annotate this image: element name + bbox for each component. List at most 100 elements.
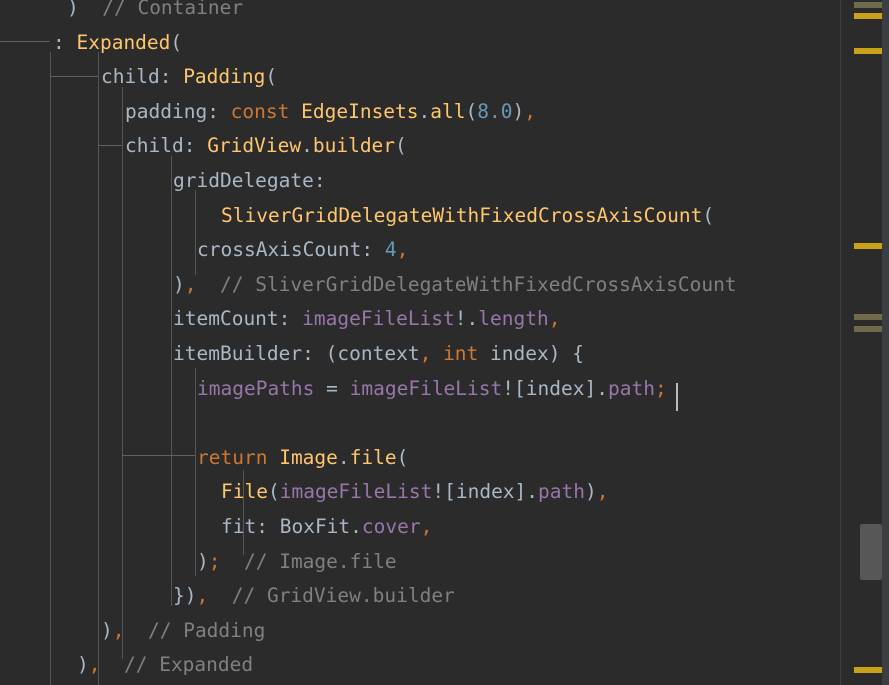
code-token-paren: ( <box>170 30 183 54</box>
code-token-default <box>208 584 231 607</box>
code-token-field: cover <box>361 515 421 538</box>
code-line[interactable]: return Image.file( <box>0 441 840 476</box>
code-token-paren: ( <box>265 65 278 89</box>
code-token-default: child <box>101 65 160 89</box>
code-line-content: itemCount: imageFileList!.length, <box>173 302 560 337</box>
code-token-comma: , <box>196 584 209 608</box>
code-line[interactable]: File(imageFileList![index].path), <box>0 475 840 510</box>
code-line-content: ) // Container <box>67 0 243 26</box>
code-token-field: path <box>607 376 655 400</box>
inspection-marker-warn[interactable] <box>854 48 882 54</box>
code-token-number: 4 <box>384 238 397 262</box>
code-line[interactable]: itemCount: imageFileList!.length, <box>0 302 840 337</box>
code-line-content: child: Padding( <box>101 60 277 95</box>
code-token-default: itemBuilder <box>173 342 303 365</box>
code-line[interactable]: child: GridView.builder( <box>0 129 840 164</box>
code-line[interactable]: ) // Container <box>0 0 840 26</box>
code-token-default: . <box>337 445 350 469</box>
code-line[interactable]: gridDelegate: <box>0 164 840 199</box>
code-line[interactable]: }), // GridView.builder <box>0 579 840 614</box>
code-token-paren: ) <box>101 618 113 642</box>
code-line[interactable]: ), // SliverGridDelegateWithFixedCrossAx… <box>0 268 840 303</box>
code-token-default <box>221 550 244 573</box>
code-token-comment: // Image.file <box>243 549 397 573</box>
code-line[interactable]: child: Padding( <box>0 60 840 95</box>
code-token-class: Image <box>279 445 338 469</box>
code-token-class: GridView <box>207 134 302 158</box>
code-token-paren: ) <box>512 99 525 123</box>
editor-right-gutter[interactable] <box>840 0 889 685</box>
code-token-class: builder <box>312 134 396 158</box>
code-token-default: = <box>314 376 350 400</box>
code-token-default: : <box>207 99 231 123</box>
code-line-content: crossAxisCount: 4, <box>197 233 408 268</box>
code-token-paren: ] <box>514 480 527 504</box>
code-token-default: ! <box>502 376 515 400</box>
code-token-default: index <box>455 480 515 504</box>
code-token-comment: // Expanded <box>123 653 254 677</box>
code-token-comma: , <box>184 272 197 296</box>
code-token-comma: , <box>596 480 609 504</box>
code-token-keyword: int <box>443 342 479 365</box>
code-token-class: EdgeInsets <box>301 99 419 123</box>
code-line[interactable] <box>0 406 840 441</box>
code-token-default: padding <box>125 99 208 123</box>
code-line-content: return Image.file( <box>197 441 408 476</box>
inspection-marker-warn[interactable] <box>854 667 882 673</box>
code-token-default <box>431 342 443 365</box>
code-token-paren: ( <box>396 445 409 469</box>
code-editor-window: ) // Container: Expanded(child: Padding(… <box>0 0 889 685</box>
inspection-marker-weak[interactable] <box>854 314 882 320</box>
scrollbar-thumb[interactable] <box>860 524 882 580</box>
code-token-paren: ) <box>173 272 185 296</box>
inspection-marker-weak[interactable] <box>854 326 882 332</box>
code-token-paren: ) <box>77 653 89 677</box>
code-line-content: gridDelegate: <box>173 164 326 199</box>
inspection-marker-warn[interactable] <box>854 243 882 249</box>
code-line[interactable]: itemBuilder: (context, int index) { <box>0 337 840 372</box>
code-token-keyword: const <box>230 99 290 123</box>
code-line[interactable]: ), // Expanded <box>0 648 840 683</box>
code-token-paren: ( <box>267 480 280 504</box>
code-token-comma: ; <box>654 376 667 400</box>
code-line-content: itemBuilder: (context, int index) { <box>173 337 584 372</box>
code-line[interactable]: fit: BoxFit.cover, <box>0 510 840 545</box>
code-token-default: : <box>361 238 385 262</box>
code-token-paren: } <box>173 584 185 608</box>
code-line[interactable]: imagePaths = imageFileList![index].path; <box>0 372 840 407</box>
editor-text-area[interactable]: ) // Container: Expanded(child: Padding(… <box>0 0 840 685</box>
code-token-default: gridDelegate <box>173 169 314 192</box>
code-token-default: . <box>596 376 608 400</box>
code-line-content: ); // Image.file <box>197 545 397 580</box>
code-token-default: BoxFit <box>279 515 351 538</box>
code-line[interactable]: padding: const EdgeInsets.all(8.0), <box>0 95 840 130</box>
code-line[interactable]: ); // Image.file <box>0 545 840 580</box>
code-token-comment: // SliverGridDelegateWithFixedCrossAxisC… <box>219 272 737 296</box>
code-token-default <box>267 446 279 469</box>
code-token-default: : <box>302 342 326 365</box>
code-line[interactable]: SliverGridDelegateWithFixedCrossAxisCoun… <box>0 199 840 234</box>
code-line-content: ), // Expanded <box>77 648 253 683</box>
code-token-default: . <box>301 134 313 158</box>
code-line[interactable]: crossAxisCount: 4, <box>0 233 840 268</box>
code-token-comma: , <box>112 618 125 642</box>
code-line[interactable]: ), // Padding <box>0 614 840 649</box>
code-token-default: : <box>278 307 303 331</box>
scrollbar-track[interactable] <box>882 0 889 685</box>
code-token-class: SliverGridDelegateWithFixedCrossAxisCoun… <box>221 203 703 227</box>
code-token-default: index <box>478 342 549 365</box>
code-token-comma: ; <box>208 549 221 573</box>
code-token-default: . <box>526 480 539 504</box>
code-token-comma: , <box>548 307 561 331</box>
code-line[interactable]: : Expanded( <box>0 26 840 61</box>
code-token-paren: ) <box>197 549 209 573</box>
code-line-content: child: GridView.builder( <box>125 129 407 164</box>
code-token-comma: , <box>88 653 101 677</box>
inspection-marker-weak[interactable] <box>854 2 882 8</box>
code-token-class: all <box>430 99 466 123</box>
code-token-field: imageFileList <box>349 376 503 400</box>
code-token-keyword: return <box>197 445 268 469</box>
code-token-comment: // GridView.builder <box>231 584 455 608</box>
inspection-marker-warn[interactable] <box>854 13 882 19</box>
code-token-comma: , <box>524 99 536 123</box>
